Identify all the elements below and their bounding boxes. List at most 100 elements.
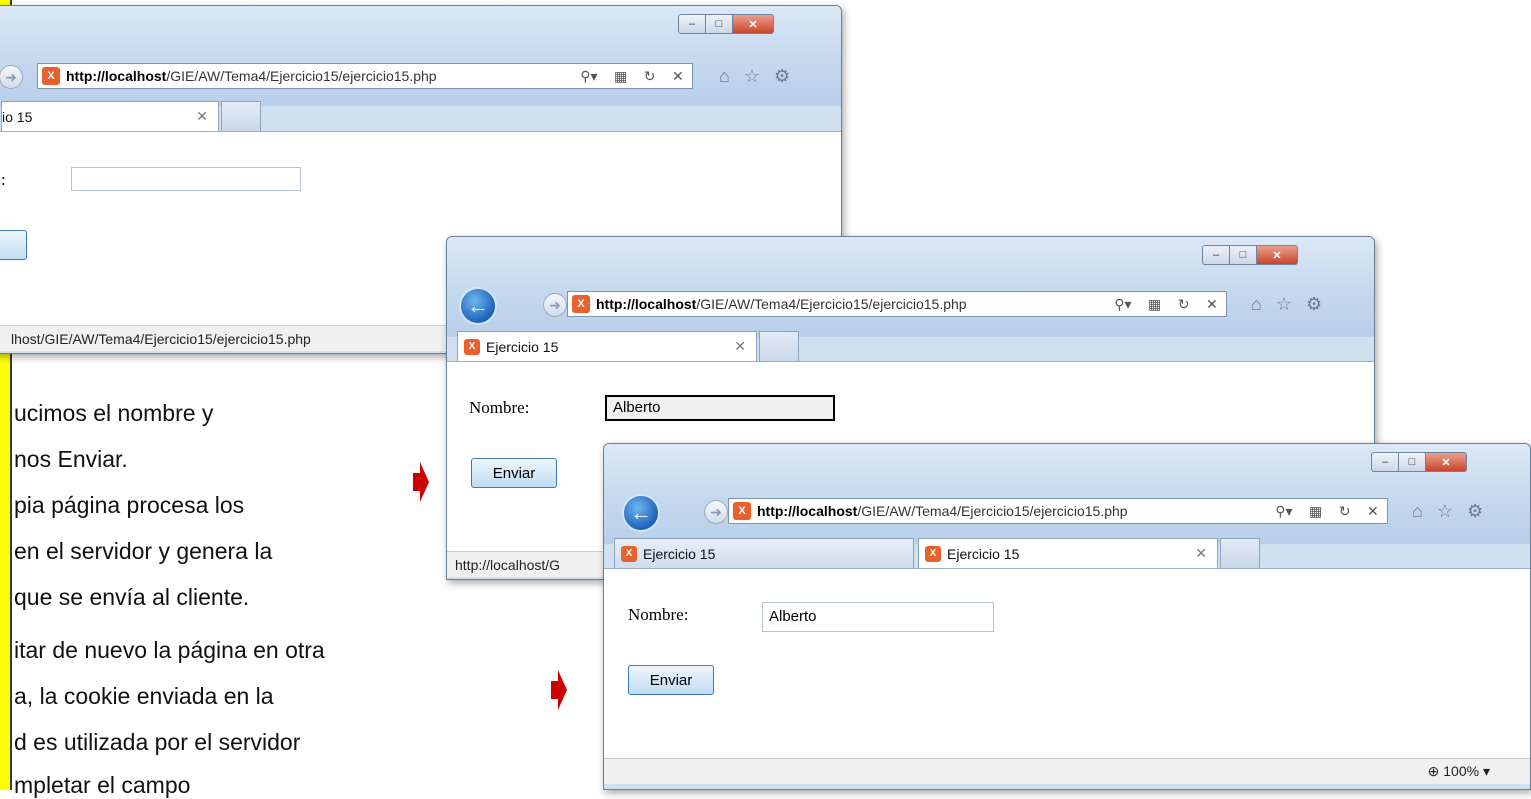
- enviar-button[interactable]: [0, 230, 27, 260]
- slide-line-5: que se envía al cliente.: [14, 584, 250, 610]
- compat-icon[interactable]: ▦: [614, 68, 627, 85]
- nav-icons: ⌂ ☆ ⚙: [1412, 501, 1483, 522]
- new-tab-button[interactable]: [1220, 538, 1260, 568]
- tab-ejercicio-15-first[interactable]: X Ejercicio 15: [614, 538, 914, 568]
- nombre-input[interactable]: Alberto: [605, 395, 835, 421]
- search-icon[interactable]: ⚲▾: [1114, 296, 1131, 313]
- address-bar[interactable]: X http://localhost/GIE/AW/Tema4/Ejercici…: [37, 63, 693, 89]
- browser-window-3: – □ ✕ ← ➜ X http://localhost/GIE/AW/Tema…: [603, 443, 1531, 790]
- slide-line-9: mpletar el campo: [14, 772, 191, 798]
- new-tab-button[interactable]: [759, 331, 799, 361]
- home-icon[interactable]: ⌂: [719, 66, 730, 87]
- address-bar[interactable]: X http://localhost/GIE/AW/Tema4/Ejercici…: [728, 498, 1388, 524]
- status-bar: ⊕ 100% ▾: [604, 758, 1530, 784]
- slide-line-8: d es utilizada por el servidor: [14, 729, 301, 755]
- nombre-input[interactable]: Alberto: [762, 602, 994, 632]
- forward-icon[interactable]: ➜: [543, 293, 567, 317]
- address-bar[interactable]: X http://localhost/GIE/AW/Tema4/Ejercici…: [567, 291, 1227, 317]
- maximize-icon[interactable]: □: [1229, 245, 1257, 265]
- minimize-icon[interactable]: –: [1202, 245, 1230, 265]
- nav-icons: ⌂ ☆ ⚙: [1251, 294, 1322, 315]
- status-url: lhost/GIE/AW/Tema4/Ejercicio15/ejercicio…: [11, 330, 311, 347]
- close-icon[interactable]: ✕: [1256, 245, 1298, 265]
- refresh-icon[interactable]: ↻: [1339, 503, 1351, 520]
- slide-line-6: itar de nuevo la página en otra: [14, 637, 325, 663]
- stop-icon[interactable]: ✕: [1367, 503, 1379, 520]
- tab-row: io 15 ✕: [0, 101, 841, 131]
- slide-line-2: nos Enviar.: [14, 446, 128, 472]
- minimize-icon[interactable]: –: [1371, 452, 1399, 472]
- stop-icon[interactable]: ✕: [1206, 296, 1218, 313]
- back-icon[interactable]: ←: [622, 494, 660, 532]
- address-tools: ⚲▾ ▦ ↻ ✕: [1267, 503, 1387, 520]
- tab-close-icon[interactable]: ✕: [1195, 545, 1207, 562]
- right-arrow-icon: [551, 670, 567, 710]
- search-icon[interactable]: ⚲▾: [580, 68, 597, 85]
- home-icon[interactable]: ⌂: [1412, 501, 1423, 522]
- tab-favicon-icon: X: [621, 545, 637, 562]
- forward-icon[interactable]: ➜: [0, 65, 23, 89]
- field-label: :: [1, 170, 6, 189]
- nav-icons: ⌂ ☆ ⚙: [719, 66, 790, 87]
- tab-label: io 15: [2, 108, 33, 125]
- maximize-icon[interactable]: □: [1398, 452, 1426, 472]
- window-controls: – □ ✕: [1202, 245, 1298, 265]
- tab-label: Ejercicio 15: [643, 545, 716, 562]
- slide-line-7: a, la cookie enviada en la: [14, 683, 274, 709]
- new-tab-button[interactable]: [221, 101, 261, 131]
- close-icon[interactable]: ✕: [732, 14, 774, 34]
- star-icon[interactable]: ☆: [744, 66, 760, 87]
- tab-close-icon[interactable]: ✕: [196, 108, 208, 125]
- status-url: http://localhost/G: [455, 556, 561, 573]
- nombre-label: Nombre:: [628, 605, 689, 624]
- back-icon[interactable]: ←: [459, 287, 497, 325]
- page-favicon-icon: X: [572, 295, 590, 313]
- zoom-indicator[interactable]: ⊕ 100% ▾: [1428, 763, 1490, 780]
- enviar-button[interactable]: Enviar: [471, 458, 557, 488]
- tab-ejercicio[interactable]: io 15 ✕: [1, 101, 219, 131]
- slide-line-3: pia página procesa los: [14, 492, 245, 518]
- slide-line-1: ucimos el nombre y: [14, 400, 214, 426]
- tab-close-icon[interactable]: ✕: [734, 338, 746, 355]
- tab-ejercicio-15-second[interactable]: X Ejercicio 15 ✕: [918, 538, 1218, 568]
- nombre-input[interactable]: [71, 167, 301, 191]
- search-icon[interactable]: ⚲▾: [1275, 503, 1292, 520]
- right-arrow-icon: [413, 462, 429, 502]
- tab-row: X Ejercicio 15 ✕: [447, 331, 1374, 361]
- home-icon[interactable]: ⌂: [1251, 294, 1262, 315]
- maximize-icon[interactable]: □: [705, 14, 733, 34]
- star-icon[interactable]: ☆: [1437, 501, 1453, 522]
- compat-icon[interactable]: ▦: [1309, 503, 1322, 520]
- forward-icon[interactable]: ➜: [704, 500, 728, 524]
- close-icon[interactable]: ✕: [1425, 452, 1467, 472]
- minimize-icon[interactable]: –: [678, 14, 706, 34]
- address-tools: ⚲▾ ▦ ↻ ✕: [1106, 296, 1226, 313]
- window-controls: – □ ✕: [678, 14, 774, 34]
- page-content: Nombre: Alberto Enviar: [604, 568, 1530, 759]
- compat-icon[interactable]: ▦: [1148, 296, 1161, 313]
- address-url: http://localhost/GIE/AW/Tema4/Ejercicio1…: [596, 296, 967, 312]
- stop-icon[interactable]: ✕: [672, 68, 684, 85]
- gear-icon[interactable]: ⚙: [1467, 501, 1483, 522]
- window-controls: – □ ✕: [1371, 452, 1467, 472]
- zoom-label: 100%: [1443, 763, 1480, 779]
- enviar-button[interactable]: Enviar: [628, 665, 714, 695]
- page-favicon-icon: X: [42, 67, 60, 85]
- gear-icon[interactable]: ⚙: [1306, 294, 1322, 315]
- nombre-label: Nombre:: [469, 398, 530, 417]
- refresh-icon[interactable]: ↻: [1178, 296, 1190, 313]
- tab-favicon-icon: X: [464, 338, 480, 355]
- address-url: http://localhost/GIE/AW/Tema4/Ejercicio1…: [757, 503, 1128, 519]
- tab-label: Ejercicio 15: [947, 545, 1020, 562]
- tab-favicon-icon: X: [925, 545, 941, 562]
- gear-icon[interactable]: ⚙: [774, 66, 790, 87]
- slide-line-4: en el servidor y genera la: [14, 538, 273, 564]
- address-url: http://localhost/GIE/AW/Tema4/Ejercicio1…: [66, 68, 437, 84]
- tab-ejercicio-15[interactable]: X Ejercicio 15 ✕: [457, 331, 757, 361]
- tab-label: Ejercicio 15: [486, 338, 559, 355]
- page-favicon-icon: X: [733, 502, 751, 520]
- refresh-icon[interactable]: ↻: [644, 68, 656, 85]
- star-icon[interactable]: ☆: [1276, 294, 1292, 315]
- address-tools: ⚲▾ ▦ ↻ ✕: [572, 68, 692, 85]
- tab-row: X Ejercicio 15 X Ejercicio 15 ✕: [604, 538, 1530, 568]
